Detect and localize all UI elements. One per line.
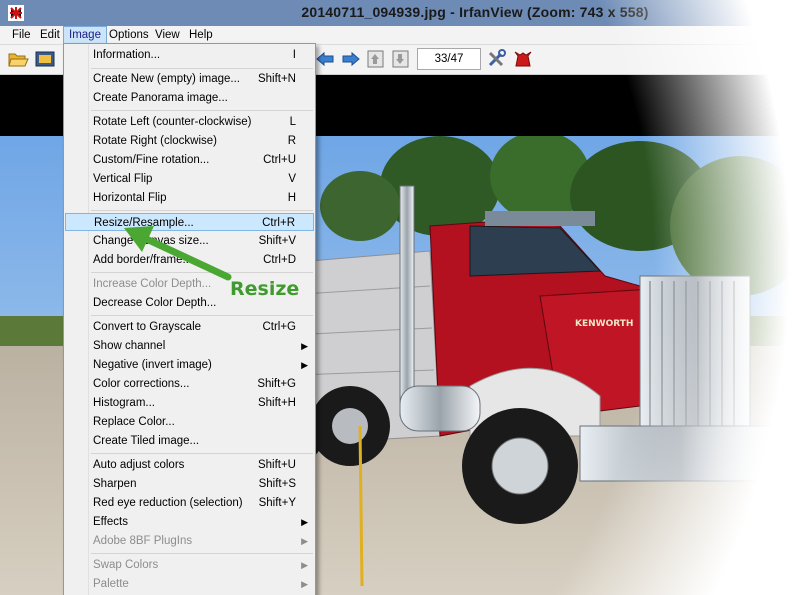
- menu-item-create-panorama[interactable]: Create Panorama image...: [65, 89, 314, 107]
- menu-separator: [91, 110, 313, 111]
- menu-item-information[interactable]: Information... I: [65, 46, 314, 64]
- irfanview-cat-icon[interactable]: [512, 49, 534, 69]
- page-counter: 33/47: [417, 48, 481, 70]
- menu-item-histogram[interactable]: Histogram... Shift+H: [65, 394, 314, 412]
- menu-item-horizontal-flip[interactable]: Horizontal Flip H: [65, 189, 314, 207]
- menu-separator: [91, 453, 313, 454]
- resize-annotation-label: Resize: [230, 278, 300, 300]
- submenu-arrow-icon: ▶: [301, 360, 308, 370]
- annotation-arrow-icon: [124, 226, 232, 281]
- submenu-arrow-icon: ▶: [301, 560, 308, 570]
- menu-separator: [91, 210, 313, 211]
- menu-separator: [91, 68, 313, 69]
- first-page-icon[interactable]: [365, 49, 387, 69]
- menu-item-negative[interactable]: Negative (invert image) ▶: [65, 356, 314, 374]
- menu-file[interactable]: File: [7, 26, 36, 44]
- next-arrow-icon[interactable]: [340, 49, 362, 69]
- menu-separator: [91, 315, 313, 316]
- menu-item-palette: Palette ▶: [65, 575, 314, 593]
- menu-item-red-eye[interactable]: Red eye reduction (selection) Shift+Y: [65, 494, 314, 512]
- menu-edit[interactable]: Edit: [35, 26, 65, 44]
- submenu-arrow-icon: ▶: [301, 517, 308, 527]
- truck-brand-text: KENWORTH: [575, 319, 633, 329]
- menu-item-rotate-right[interactable]: Rotate Right (clockwise) R: [65, 132, 314, 150]
- menu-item-create-tiled[interactable]: Create Tiled image...: [65, 432, 314, 450]
- menu-item-swap-colors: Swap Colors ▶: [65, 556, 314, 574]
- menu-item-effects[interactable]: Effects ▶: [65, 513, 314, 531]
- menu-item-rotate-left[interactable]: Rotate Left (counter-clockwise) L: [65, 113, 314, 131]
- last-page-icon[interactable]: [390, 49, 412, 69]
- menu-item-vertical-flip[interactable]: Vertical Flip V: [65, 170, 314, 188]
- open-folder-icon[interactable]: [7, 49, 29, 69]
- menu-item-sharpen[interactable]: Sharpen Shift+S: [65, 475, 314, 493]
- menu-item-create-new[interactable]: Create New (empty) image... Shift+N: [65, 70, 314, 88]
- menu-separator: [91, 553, 313, 554]
- menu-item-color-corrections[interactable]: Color corrections... Shift+G: [65, 375, 314, 393]
- image-menu-dropdown: Information... I Create New (empty) image…: [63, 43, 316, 595]
- submenu-arrow-icon: ▶: [301, 579, 308, 589]
- menu-help[interactable]: Help: [184, 26, 218, 44]
- menu-view[interactable]: View: [150, 26, 185, 44]
- slideshow-icon[interactable]: [34, 49, 56, 69]
- menu-item-show-channel[interactable]: Show channel ▶: [65, 337, 314, 355]
- menu-item-convert-grayscale[interactable]: Convert to Grayscale Ctrl+G: [65, 318, 314, 336]
- menu-options[interactable]: Options: [104, 26, 154, 44]
- prev-arrow-icon[interactable]: [314, 49, 336, 69]
- title-bar: 20140711_094939.jpg - IrfanView (Zoom: 7…: [0, 0, 800, 26]
- menu-item-custom-rotation[interactable]: Custom/Fine rotation... Ctrl+U: [65, 151, 314, 169]
- menu-image[interactable]: Image: [63, 26, 107, 44]
- irfanview-window: 20140711_094939.jpg - IrfanView (Zoom: 7…: [0, 0, 800, 595]
- settings-tools-icon[interactable]: [486, 49, 508, 69]
- submenu-arrow-icon: ▶: [301, 341, 308, 351]
- menu-item-adobe-8bf: Adobe 8BF PlugIns ▶: [65, 532, 314, 550]
- menu-item-auto-adjust-colors[interactable]: Auto adjust colors Shift+U: [65, 456, 314, 474]
- menu-item-replace-color[interactable]: Replace Color...: [65, 413, 314, 431]
- submenu-arrow-icon: ▶: [301, 536, 308, 546]
- window-title: 20140711_094939.jpg - IrfanView (Zoom: 7…: [301, 4, 649, 20]
